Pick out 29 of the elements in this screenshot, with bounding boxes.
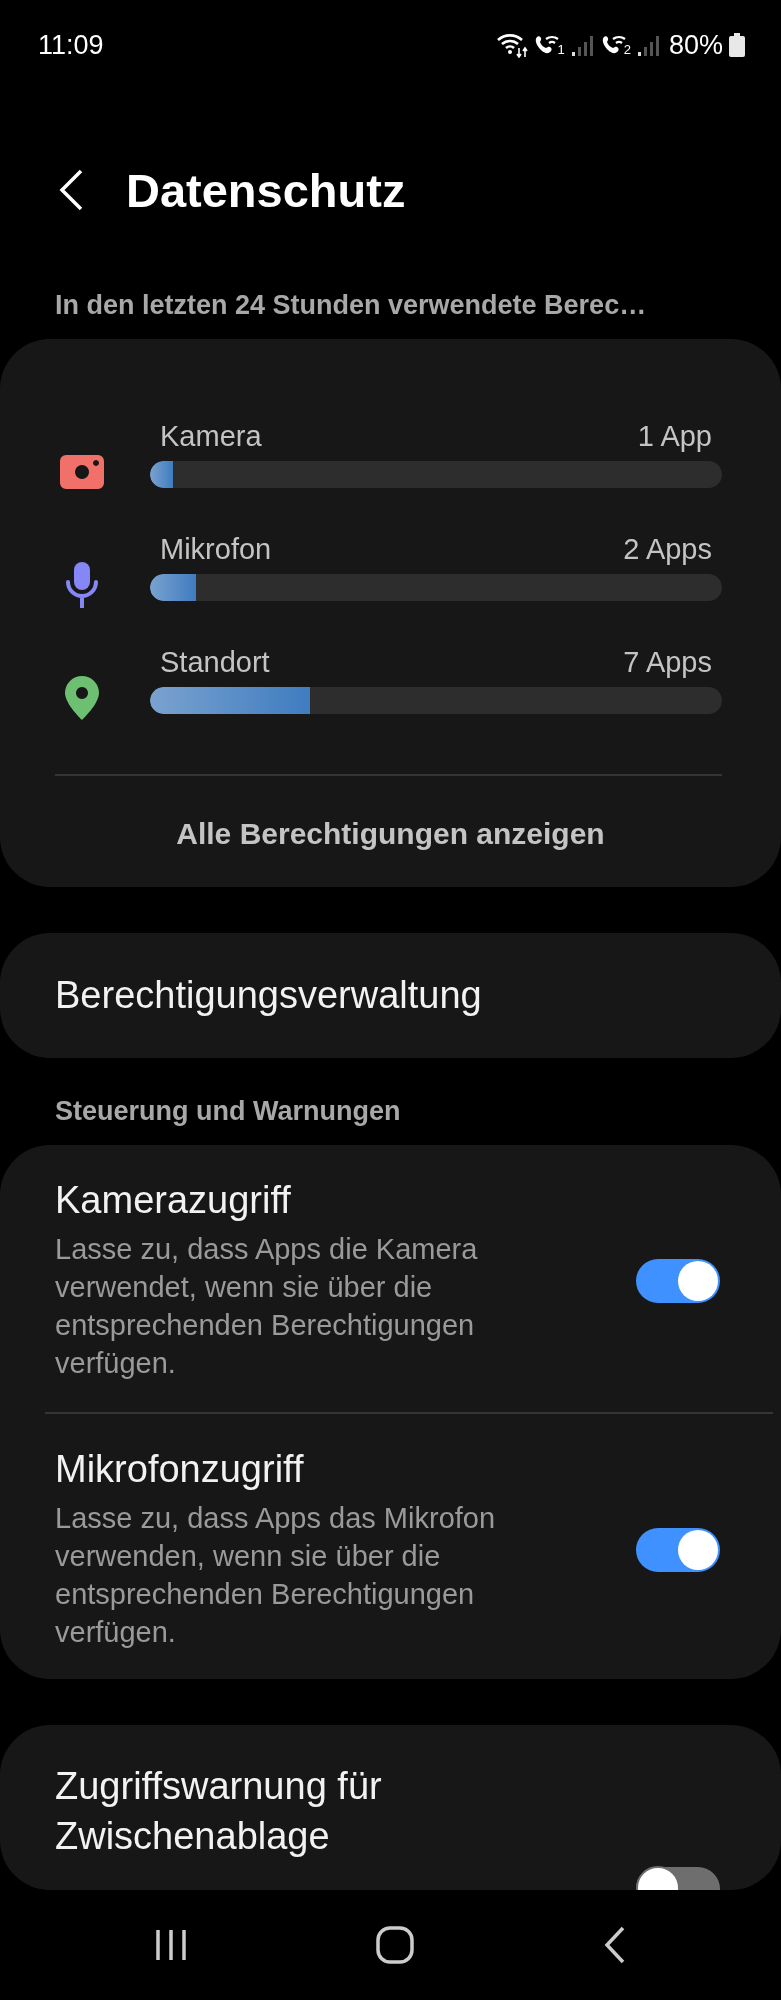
sim-number: 2: [623, 42, 631, 57]
home-icon[interactable]: [376, 1926, 415, 1964]
battery-percentage: 80%: [668, 29, 723, 61]
setting-description: Lasse zu, dass Apps das Mikrofon verwenden, wenn sie über die entsprechenden Berechtigungen verfügen.: [55, 1501, 497, 1650]
back-icon[interactable]: [602, 1926, 627, 1964]
app-count: 1 App: [637, 419, 712, 453]
permission-label: Kamera: [160, 419, 262, 453]
app-count: 2 Apps: [623, 532, 712, 566]
sim-number: 1: [557, 42, 565, 57]
recent-apps-icon[interactable]: [154, 1928, 189, 1962]
setting-description: Lasse zu, dass Apps die Kamera verwendet, wenn sie über die entsprechenden Berechtigungen verfügen.: [55, 1232, 479, 1381]
permission-manager-item[interactable]: Berechtigungsverwaltung: [0, 933, 781, 1058]
clock: 11:09: [38, 29, 104, 61]
permission-label: Mikrofon: [160, 532, 272, 566]
battery-icon: [729, 33, 745, 57]
section-heading: Steuerung und Warnungen: [54, 1096, 402, 1127]
permission-label: Standort: [160, 645, 270, 679]
signal-icon: [570, 33, 595, 57]
all-permissions-link[interactable]: Alle Berechtigungen anzeigen: [176, 817, 605, 851]
signal-icon: [636, 33, 661, 57]
wifi-icon: [496, 32, 529, 58]
toggle-switch[interactable]: [636, 1258, 720, 1303]
toggle-switch[interactable]: [636, 1527, 720, 1572]
setting-title: Mikrofonzugriff: [55, 1448, 305, 1491]
section-heading: In den letzten 24 Stunden verwendete Berec…: [54, 290, 648, 321]
setting-title: Kamerazugriff: [55, 1179, 292, 1222]
setting-title: Zugriffswarnung für Zwischenablage: [54, 1764, 383, 1859]
app-count: 7 Apps: [623, 645, 712, 679]
page-title: Datenschutz: [126, 162, 406, 218]
